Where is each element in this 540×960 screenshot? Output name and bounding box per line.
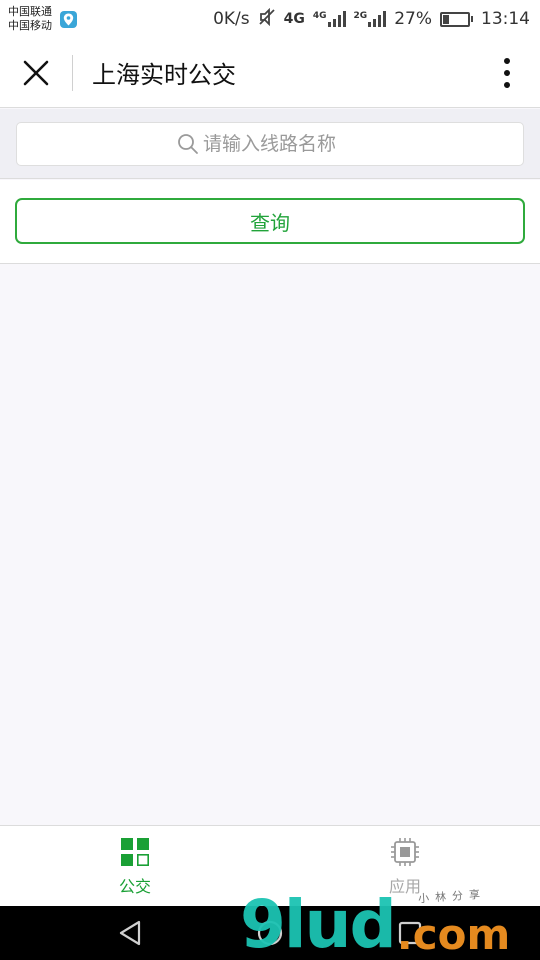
tab-apps[interactable]: 应用 <box>270 826 540 907</box>
mute-icon <box>258 7 276 31</box>
query-button[interactable]: 查询 <box>15 198 525 244</box>
chip-icon <box>391 837 419 866</box>
status-right: 0K/s 4G 4G 2G 27% 13:14 <box>213 7 530 31</box>
query-section: 查询 <box>0 180 540 264</box>
close-button[interactable] <box>0 38 72 108</box>
app-header: 上海实时公交 <box>0 38 540 108</box>
page-title: 上海实时公交 <box>92 61 236 89</box>
signal-2-tag: 2G <box>353 11 368 21</box>
status-bar: 中国联通 中国移动 0K/s 4G 4G 2G 27% 13:14 <box>0 0 540 38</box>
back-triangle-icon <box>119 920 141 946</box>
carrier-2: 中国移动 <box>8 19 52 32</box>
battery-icon <box>440 11 473 27</box>
battery-fill <box>443 14 450 24</box>
network-type: 4G <box>283 11 305 27</box>
search-box[interactable] <box>16 122 524 166</box>
carrier-names: 中国联通 中国移动 <box>8 5 52 33</box>
header-divider <box>72 54 73 91</box>
search-input[interactable] <box>203 133 363 155</box>
more-vertical-icon <box>504 57 510 88</box>
clock: 13:14 <box>481 9 530 29</box>
carrier-1: 中国联通 <box>8 5 52 18</box>
tab-apps-label: 应用 <box>388 876 421 896</box>
bottom-tab-bar: 公交 应用 <box>0 825 540 906</box>
signal-1-tag: 4G <box>312 11 327 21</box>
search-icon <box>178 134 198 154</box>
net-speed: 0K/s <box>213 9 250 29</box>
close-icon <box>23 60 49 85</box>
signal-2: 2G <box>354 11 387 27</box>
more-button[interactable] <box>474 38 540 108</box>
phone-screen: 中国联通 中国移动 0K/s 4G 4G 2G 27% 13:14 上海实时公交… <box>0 0 540 960</box>
tab-bus-label: 公交 <box>118 876 151 896</box>
home-circle-icon <box>257 920 283 946</box>
signal-1: 4G <box>313 11 346 27</box>
recents-button[interactable] <box>380 906 440 960</box>
back-button[interactable] <box>100 906 160 960</box>
status-left: 中国联通 中国移动 <box>8 5 77 33</box>
signal-bars-icon <box>368 11 387 27</box>
recents-square-icon <box>398 921 422 945</box>
tab-bus[interactable]: 公交 <box>0 826 270 907</box>
home-button[interactable] <box>240 906 300 960</box>
location-icon <box>60 10 77 28</box>
signal-bars-icon <box>327 11 346 27</box>
system-nav-bar <box>0 906 540 960</box>
search-section <box>0 109 540 179</box>
results-area <box>0 264 540 825</box>
grid-icon <box>121 837 149 866</box>
battery-percent: 27% <box>394 9 432 29</box>
